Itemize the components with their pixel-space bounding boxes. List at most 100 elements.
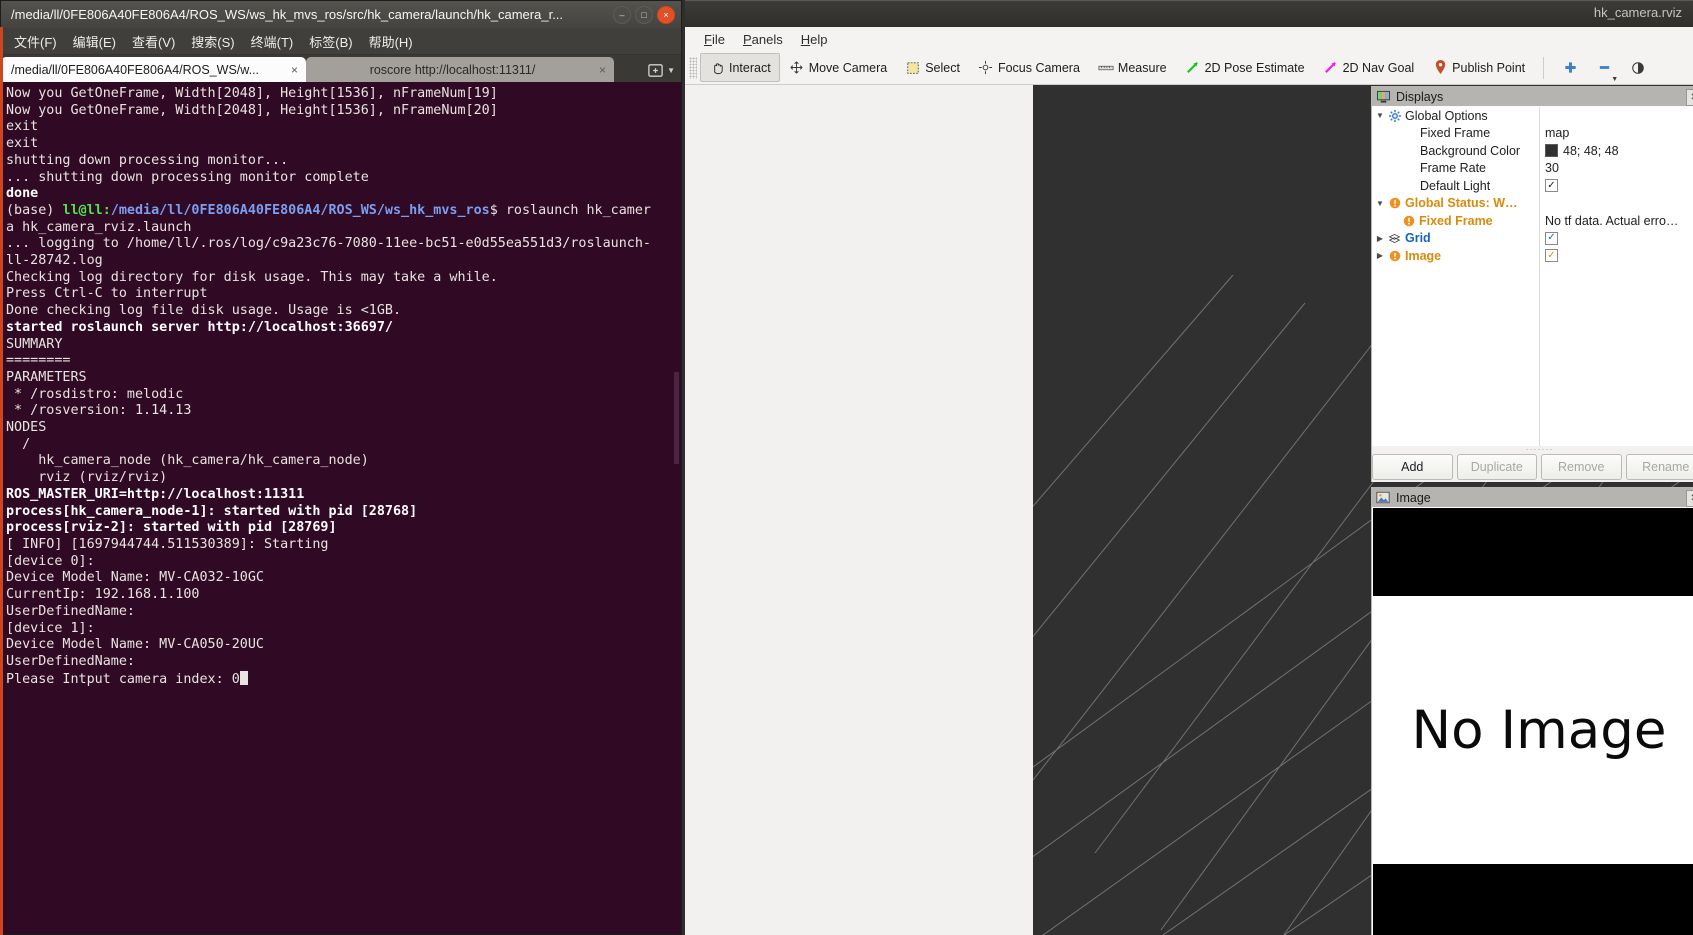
magenta-arrow-icon: [1323, 60, 1339, 76]
terminal-tab-bar: /media/ll/0FE806A40FE806A4/ROS_WS/w... ×…: [1, 55, 681, 82]
terminal-line: exit: [6, 119, 39, 135]
expand-arrow-icon[interactable]: ▶: [1373, 251, 1387, 260]
menu-file[interactable]: File: [695, 30, 734, 49]
tree-row-image[interactable]: ▶ Image ✓: [1373, 247, 1693, 265]
terminal-line: ... logging to /home/ll/.ros/log/c9a23c7…: [6, 236, 651, 252]
tool-2d-nav-goal[interactable]: 2D Nav Goal: [1314, 53, 1424, 82]
move-camera-icon: [789, 60, 805, 76]
terminal-menu-file[interactable]: 文件(F): [6, 30, 65, 53]
tree-row-global-status[interactable]: ▼ Global Status: W…: [1373, 195, 1693, 213]
expand-arrow-icon[interactable]: ▼: [1373, 199, 1387, 208]
terminal-tab-1-close-icon[interactable]: ×: [599, 63, 606, 77]
add-tool-button[interactable]: [1553, 53, 1587, 82]
terminal-line: exit: [6, 136, 39, 152]
tree-value-grid[interactable]: ✓: [1545, 231, 1558, 245]
remove-tool-button[interactable]: ▼: [1587, 53, 1621, 83]
terminal-menu-help[interactable]: 帮助(H): [361, 30, 421, 53]
expand-arrow-icon[interactable]: ▶: [1373, 234, 1387, 243]
expand-arrow-icon[interactable]: ▼: [1373, 111, 1387, 120]
terminal-window-title: /media/ll/0FE806A40FE806A4/ROS_WS/ws_hk_…: [11, 7, 564, 22]
tool-2d-pose-estimate[interactable]: 2D Pose Estimate: [1176, 53, 1314, 82]
terminal-tab-0-close-icon[interactable]: ×: [291, 63, 298, 77]
image-panel-body[interactable]: No Image: [1373, 508, 1693, 935]
menu-panels[interactable]: Panels: [734, 30, 792, 49]
terminal-menu-tabs[interactable]: 标签(B): [301, 30, 360, 53]
rename-display-button[interactable]: Rename: [1625, 454, 1693, 480]
tree-label-fixed-frame: Fixed Frame: [1420, 126, 1491, 141]
remove-display-button[interactable]: Remove: [1541, 454, 1622, 480]
chevron-down-icon[interactable]: ▼: [1611, 76, 1618, 83]
displays-panel-close-button[interactable]: ✕: [1686, 89, 1693, 106]
grid-checkbox[interactable]: ✓: [1545, 231, 1558, 245]
tree-row-default-light[interactable]: Default Light ✓: [1373, 177, 1693, 195]
minus-icon: [1596, 60, 1612, 76]
terminal-menu-view[interactable]: 查看(V): [124, 30, 183, 53]
duplicate-display-button[interactable]: Duplicate: [1456, 454, 1537, 480]
prompt-command: roslaunch hk_camer: [505, 202, 651, 218]
terminal-line: ... shutting down processing monitor com…: [6, 169, 369, 185]
new-tab-button[interactable]: ▼: [647, 62, 675, 79]
terminal-line: [device 0]:: [6, 553, 95, 569]
menu-panels-rest: anels: [751, 31, 783, 47]
tree-value-background-color[interactable]: 48; 48; 48: [1545, 144, 1619, 158]
tool-2d-nav-goal-label: 2D Nav Goal: [1342, 60, 1415, 75]
monitor-icon: [1376, 90, 1391, 104]
terminal-output[interactable]: Now you GetOneFrame, Width[2048], Height…: [2, 82, 680, 933]
prompt-symbol: $: [489, 202, 506, 218]
terminal-line: rviz (rviz/rviz): [6, 470, 168, 486]
terminal-window: /media/ll/0FE806A40FE806A4/ROS_WS/ws_hk_…: [0, 0, 682, 935]
image-checkbox[interactable]: ✓: [1545, 249, 1558, 263]
picture-icon: [1376, 491, 1391, 505]
tree-row-frame-rate[interactable]: Frame Rate 30: [1373, 160, 1693, 178]
menu-help[interactable]: Help: [792, 30, 837, 49]
close-button[interactable]: ×: [657, 6, 675, 24]
minimize-button[interactable]: –: [613, 6, 631, 24]
tree-row-grid[interactable]: ▶ Grid ✓: [1373, 230, 1693, 248]
tree-value-default-light[interactable]: ✓: [1545, 179, 1558, 193]
plus-icon: [1562, 60, 1578, 76]
terminal-scrollbar[interactable]: [673, 82, 680, 933]
tree-row-fixed-frame[interactable]: Fixed Frame map: [1373, 125, 1693, 143]
terminal-menu-search[interactable]: 搜索(S): [183, 30, 242, 53]
tool-interact[interactable]: Interact: [700, 53, 780, 82]
toolbar-separator: [1543, 56, 1545, 79]
tree-label-default-light: Default Light: [1420, 178, 1491, 193]
terminal-line: PARAMETERS: [6, 369, 87, 385]
tool-properties-button[interactable]: [1621, 53, 1655, 82]
terminal-menu-edit[interactable]: 编辑(E): [65, 30, 124, 53]
terminal-line: ROS_MASTER_URI=http://localhost:11311: [6, 486, 305, 502]
terminal-tab-inactive[interactable]: roscore http://localhost:11311/ ×: [306, 57, 614, 82]
toolbar-drag-handle[interactable]: [689, 56, 697, 79]
terminal-titlebar[interactable]: /media/ll/0FE806A40FE806A4/ROS_WS/ws_hk_…: [1, 1, 681, 28]
tool-select[interactable]: Select: [896, 53, 969, 82]
terminal-line: shutting down processing monitor...: [6, 152, 289, 168]
tool-focus-camera[interactable]: Focus Camera: [969, 53, 1089, 82]
displays-tree[interactable]: ▼ Global Options Fixed Frame map Backgro…: [1373, 107, 1693, 446]
tree-value-image[interactable]: ✓: [1545, 249, 1558, 263]
rviz-menubar: File Panels Help: [685, 27, 1693, 52]
add-display-button[interactable]: Add: [1372, 454, 1453, 480]
new-tab-chevron-icon[interactable]: ▼: [667, 66, 675, 75]
terminal-menu-terminal[interactable]: 终端(T): [243, 30, 302, 53]
tree-row-global-options[interactable]: ▼ Global Options: [1373, 107, 1693, 125]
select-rect-icon: [905, 60, 921, 76]
tool-publish-point[interactable]: Publish Point: [1423, 53, 1534, 82]
maximize-button[interactable]: □: [635, 6, 653, 24]
tree-value-fixed-frame[interactable]: map: [1545, 126, 1569, 140]
image-panel-close-button[interactable]: ✕: [1686, 490, 1693, 507]
terminal-tab-active[interactable]: /media/ll/0FE806A40FE806A4/ROS_WS/w... ×: [1, 57, 306, 82]
terminal-line: Checking log directory for disk usage. T…: [6, 269, 498, 285]
tool-measure[interactable]: Measure: [1089, 53, 1176, 82]
image-panel: Image ✕ No Image: [1371, 487, 1693, 935]
terminal-line: /: [6, 436, 31, 452]
tool-move-camera[interactable]: Move Camera: [780, 53, 897, 82]
terminal-line: Please Intput camera index: 0: [6, 670, 680, 689]
tree-value-frame-rate[interactable]: 30: [1545, 161, 1559, 175]
tree-row-status-fixed-frame[interactable]: Fixed Frame No tf data. Actual erro…: [1373, 212, 1693, 230]
gear-icon: [1387, 109, 1402, 122]
tree-row-background-color[interactable]: Background Color 48; 48; 48: [1373, 142, 1693, 160]
menu-help-rest: elp: [810, 31, 828, 47]
background-color-value: 48; 48; 48: [1563, 143, 1619, 158]
default-light-checkbox[interactable]: ✓: [1545, 179, 1558, 193]
tool-2d-pose-estimate-label: 2D Pose Estimate: [1204, 60, 1305, 75]
